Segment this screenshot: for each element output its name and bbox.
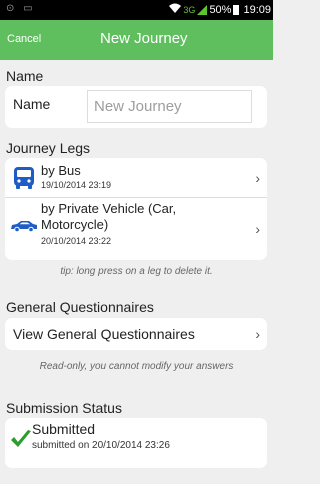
clock: 19:09 [243, 3, 271, 16]
leg-date: 19/10/2014 23:19 [41, 180, 112, 190]
view-questionnaires-label: View General Questionnaires [13, 326, 195, 342]
leg-row-car[interactable]: by Private Vehicle (Car, Motorcycle) 20/… [5, 198, 267, 260]
name-section-heading: Name [6, 68, 44, 84]
notification-icons: ⊙ ▭ [6, 3, 36, 14]
status-right: 3G 50% 19:09 [169, 3, 271, 16]
submission-detail: submitted on 20/10/2014 23:26 [32, 440, 170, 451]
legs-section-heading: Journey Legs [6, 140, 91, 156]
cancel-button[interactable]: Cancel [7, 33, 41, 45]
submission-card: Submitted submitted on 20/10/2014 23:26 [5, 418, 267, 468]
checkmark-icon [10, 429, 32, 454]
bus-icon [13, 166, 35, 195]
questionnaires-card: View General Questionnaires › [5, 318, 267, 350]
chevron-right-icon: › [255, 221, 260, 237]
leg-title-line1: by Private Vehicle (Car, [41, 201, 177, 216]
status-bar: ⊙ ▭ 3G 50% 19:09 [0, 0, 273, 20]
leg-title: by Bus [41, 163, 81, 178]
legs-card: by Bus 19/10/2014 23:19 › by Private Veh… [5, 158, 267, 260]
chevron-right-icon: › [255, 326, 260, 342]
page-title: New Journey [100, 30, 188, 47]
submission-section-heading: Submission Status [6, 400, 122, 416]
chevron-right-icon: › [255, 170, 260, 186]
questionnaires-section-heading: General Questionnaires [6, 299, 154, 315]
battery-percent: 50% [209, 3, 232, 16]
wifi-icon [169, 3, 182, 16]
leg-title-line2: Motorcycle) [41, 217, 109, 232]
name-card: Name [5, 86, 267, 128]
leg-row-bus[interactable]: by Bus 19/10/2014 23:19 › [5, 158, 267, 198]
submission-status: Submitted [32, 421, 96, 437]
legs-tip: tip: long press on a leg to delete it. [60, 266, 213, 277]
app-bar: Cancel New Journey [0, 20, 273, 60]
leg-date: 20/10/2014 23:22 [41, 236, 112, 246]
read-only-note: Read-only, you cannot modify your answer… [39, 361, 234, 372]
name-field-label: Name [13, 96, 51, 112]
journey-name-input[interactable] [87, 90, 252, 123]
network-type: 3G [183, 4, 196, 15]
car-icon [10, 219, 38, 237]
view-questionnaires-button[interactable]: View General Questionnaires › [5, 318, 267, 350]
battery-icon [233, 4, 240, 15]
signal-icon [197, 4, 208, 15]
